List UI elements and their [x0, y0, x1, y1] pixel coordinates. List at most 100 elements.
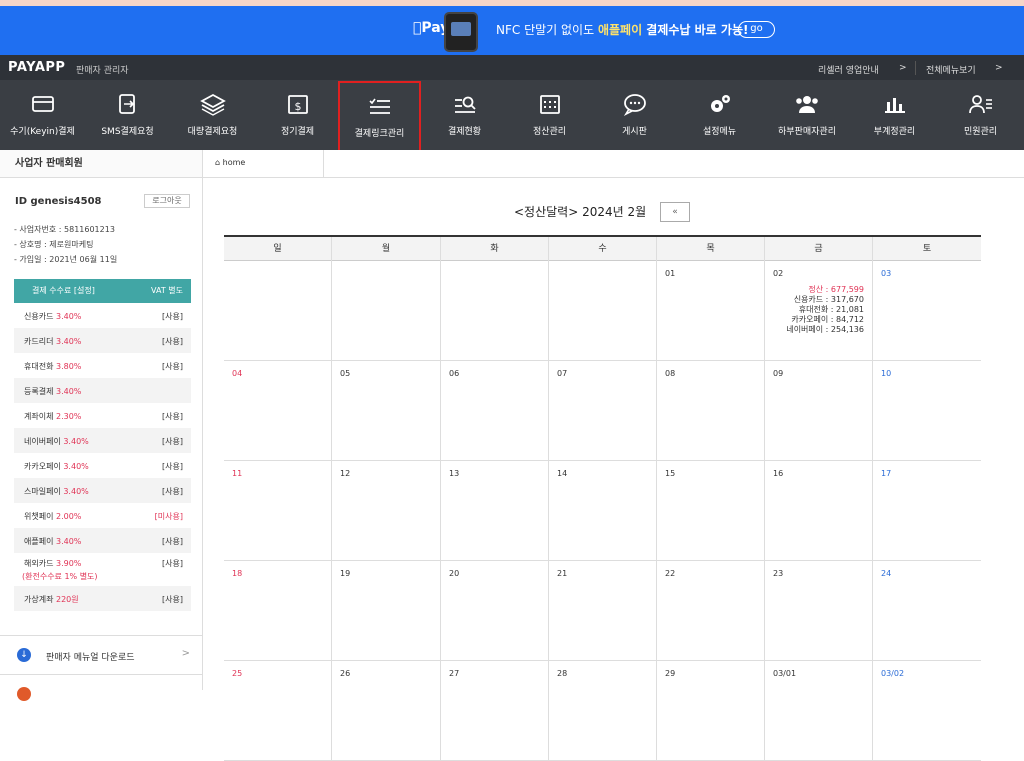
day-number: 03	[881, 269, 892, 278]
calendar-day[interactable]: 18	[224, 561, 332, 661]
calendar-day[interactable]: 10	[873, 361, 981, 461]
calendar-day[interactable]: 07	[549, 361, 657, 461]
calendar-day[interactable]: 27	[441, 661, 549, 761]
calendar-day[interactable]: 09	[765, 361, 873, 461]
fee-rate: 3.40%	[55, 312, 82, 321]
nav-sms-request[interactable]: SMS결제요청	[85, 80, 170, 150]
calendar-day[interactable]: 04	[224, 361, 332, 461]
fee-name: 위챗페이 2.00%	[24, 512, 82, 521]
nav-settlement[interactable]: 정산관리	[507, 80, 592, 150]
reseller-info-link[interactable]: 리셀러 영업안내	[818, 63, 879, 76]
fee-status[interactable]: [사용]	[162, 336, 183, 347]
settlement-calendar: 일월화수목금토 01 02 정산 : 677,599 신용카드 : 317,670 휴대…	[224, 235, 981, 761]
nav-board[interactable]: 게시판	[592, 80, 677, 150]
user-id: ID genesis4508	[15, 196, 102, 207]
nav-recurring-payment[interactable]: $ 정기결제	[255, 80, 340, 150]
nav-settings[interactable]: 설정메뉴	[677, 80, 762, 150]
calendar-day[interactable]: 23	[765, 561, 873, 661]
calendar-day[interactable]: 03/01	[765, 661, 873, 761]
breadcrumb: ⌂ home	[203, 150, 1024, 178]
weekday-label: 금	[765, 237, 873, 261]
day-number: 27	[449, 669, 460, 678]
fee-status[interactable]: [사용]	[162, 594, 183, 605]
card-icon	[31, 96, 54, 112]
settlement-line: 카카오페이 : 84,712	[791, 315, 864, 324]
calendar-day[interactable]: 20	[441, 561, 549, 661]
calendar-day[interactable]: 13	[441, 461, 549, 561]
manual-download-link[interactable]: ↓ 판매자 메뉴얼 다운로드 >	[0, 635, 203, 673]
fee-status[interactable]: [사용]	[162, 536, 183, 547]
fee-row: 스마일페이 3.40% [사용]	[14, 478, 191, 503]
calendar-day[interactable]: 26	[332, 661, 441, 761]
chevron-right-icon: >	[899, 63, 907, 73]
calendar-day[interactable]: 12	[332, 461, 441, 561]
calendar-day[interactable]: 06	[441, 361, 549, 461]
calendar-day[interactable]: 08	[657, 361, 765, 461]
calendar-day[interactable]: 19	[332, 561, 441, 661]
day-number: 06	[449, 369, 460, 378]
calendar-day[interactable]: 14	[549, 461, 657, 561]
sidebar-menu-link-2[interactable]	[0, 674, 203, 701]
calendar-day[interactable]: 29	[657, 661, 765, 761]
fee-name: 휴대전화 3.80%	[24, 362, 82, 371]
fee-status[interactable]: [사용]	[162, 311, 183, 322]
fee-status[interactable]: [사용]	[162, 558, 183, 569]
calendar-day[interactable]: 28	[549, 661, 657, 761]
day-number: 20	[449, 569, 460, 578]
weekday-label: 화	[441, 237, 549, 261]
promo-banner[interactable]: Pay NFC 단말기 없이도 애플페이 결제수납 바로 가능! go	[0, 0, 1024, 60]
calendar-day[interactable]: 21	[549, 561, 657, 661]
nav-sub-account[interactable]: 부계정관리	[852, 80, 937, 150]
fee-rate: 3.40%	[55, 337, 82, 346]
calendar-day[interactable]: 03	[873, 261, 981, 361]
fee-name: 신용카드 3.40%	[24, 312, 82, 321]
prev-month-button[interactable]: «	[660, 202, 690, 222]
fee-status[interactable]: [사용]	[162, 436, 183, 447]
fee-status[interactable]: [사용]	[162, 486, 183, 497]
fee-status[interactable]: [사용]	[162, 461, 183, 472]
calendar-day[interactable]: 15	[657, 461, 765, 561]
calendar-day[interactable]: 16	[765, 461, 873, 561]
calendar-day[interactable]: 02 정산 : 677,599 신용카드 : 317,670 휴대전화 : 21,08…	[765, 261, 873, 361]
calendar-day[interactable]: 24	[873, 561, 981, 661]
admin-subtitle: 판매자 관리자	[76, 66, 129, 76]
banner-top-strip	[0, 0, 1024, 6]
sidebar-title: 사업자 판매회원	[0, 150, 202, 178]
nav-sub-seller[interactable]: 하부판매자관리	[762, 80, 852, 150]
day-number: 04	[232, 369, 243, 378]
logout-button[interactable]: 로그아웃	[144, 194, 190, 208]
breadcrumb-home[interactable]: ⌂ home	[215, 158, 245, 167]
fee-name: 계좌이체 2.30%	[24, 412, 82, 421]
calendar-day[interactable]: 25	[224, 661, 332, 761]
fee-row: 카드리더 3.40% [사용]	[14, 328, 191, 353]
payapp-logo[interactable]: PAYAPP	[8, 60, 65, 75]
day-number: 14	[557, 469, 568, 478]
calendar-day[interactable]: 05	[332, 361, 441, 461]
fee-status[interactable]: [사용]	[162, 411, 183, 422]
fee-status[interactable]: [미사용]	[155, 511, 183, 522]
fee-status[interactable]: [사용]	[162, 361, 183, 372]
banner-go-button[interactable]: go	[738, 21, 775, 38]
calendar-day	[332, 261, 441, 361]
calendar-day[interactable]: 03/02	[873, 661, 981, 761]
nav-keyin-payment[interactable]: 수기(Keyin)결제	[0, 80, 85, 150]
day-number: 15	[665, 469, 676, 478]
calendar-day[interactable]: 17	[873, 461, 981, 561]
all-menu-link[interactable]: 전체메뉴보기	[926, 63, 976, 76]
calendar-day[interactable]: 22	[657, 561, 765, 661]
layers-icon	[199, 93, 226, 116]
settlement-total: 정산 : 677,599	[808, 285, 864, 294]
day-number: 23	[773, 569, 784, 578]
download-icon: ↓	[17, 648, 31, 662]
nav-complaints[interactable]: 민원관리	[937, 80, 1024, 150]
nav-payment-status[interactable]: 결제현황	[422, 80, 507, 150]
calendar-day[interactable]: 01	[657, 261, 765, 361]
calendar-day[interactable]: 11	[224, 461, 332, 561]
fee-settings-link[interactable]: 결제 수수료 [설정]	[32, 279, 95, 303]
day-number: 01	[665, 269, 676, 278]
nav-bulk-request[interactable]: 대량결제요청	[170, 80, 255, 150]
chevron-right-icon: >	[995, 63, 1003, 73]
nav-payment-link[interactable]: 결제링크관리	[338, 81, 421, 156]
calendar-day	[441, 261, 549, 361]
fee-name: 등록결제 3.40%	[24, 387, 82, 396]
